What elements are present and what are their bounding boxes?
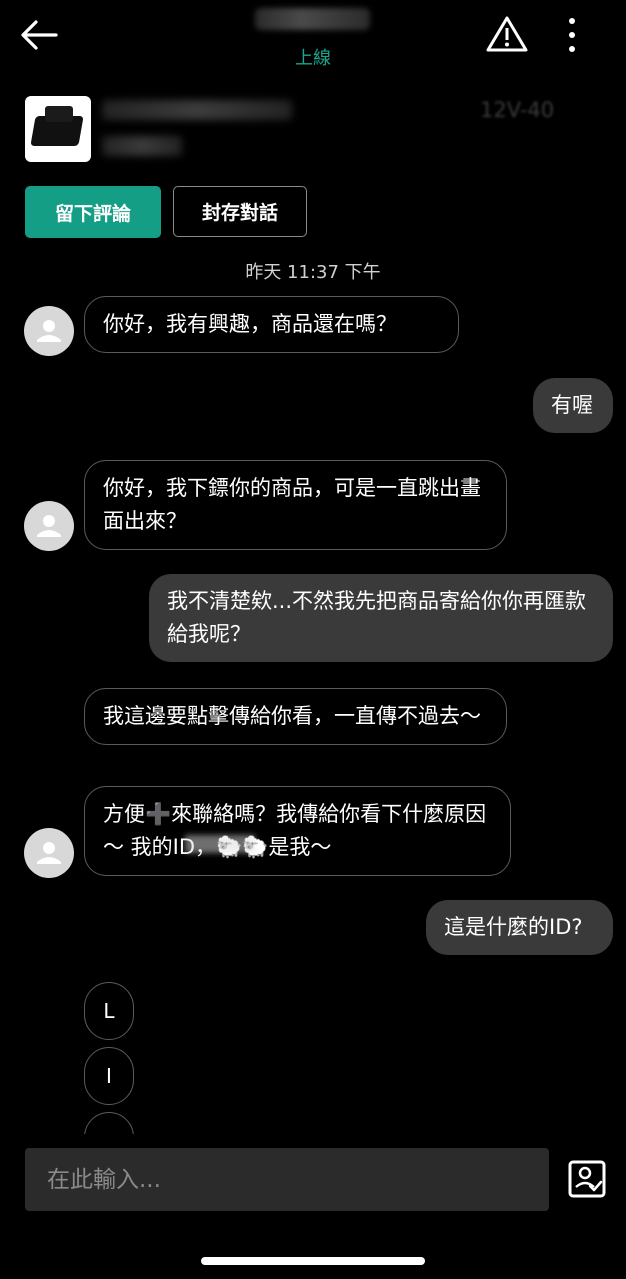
message-bubble-partial <box>84 1112 140 1134</box>
message-input-container[interactable] <box>25 1148 549 1211</box>
message-bubble-incoming: 你好，我下鏢你的商品，可是一直跳出畫面出來？ <box>84 460 507 550</box>
user-silhouette-icon <box>37 842 61 864</box>
contact-name-redacted <box>255 8 370 30</box>
message-input[interactable] <box>25 1148 549 1211</box>
home-indicator <box>201 1257 425 1265</box>
message-bubble-outgoing: 我不清楚欸...不然我先把商品寄給你你再匯款給我呢？ <box>149 574 613 662</box>
product-title-tail: 12V-40 <box>480 98 555 122</box>
product-price-redacted <box>102 136 182 156</box>
avatar[interactable] <box>24 828 74 878</box>
more-vertical-icon[interactable] <box>560 16 584 54</box>
message-bubble-outgoing: 有喔 <box>533 378 613 433</box>
user-silhouette-icon <box>37 515 61 537</box>
message-bubble-incoming: 方便➕來聯絡嗎？我傳給你看下什麼原因～ 我的ID，🐑🐑是我～ <box>84 786 511 876</box>
message-bubble-incoming: 我這邊要點擊傳給你看，一直傳不過去～ <box>84 688 507 745</box>
warning-triangle-icon[interactable] <box>485 14 529 54</box>
avatar[interactable] <box>24 306 74 356</box>
message-bubble-incoming: I <box>84 1047 134 1105</box>
leave-review-button[interactable]: 留下評論 <box>25 186 161 238</box>
user-silhouette-icon <box>37 320 61 342</box>
redacted-id <box>185 835 255 853</box>
message-bubble-incoming: 你好，我有興趣，商品還在嗎？ <box>84 296 459 353</box>
online-status: 上線 <box>295 48 331 69</box>
message-bubble-outgoing: 這是什麼的ID? <box>426 900 613 955</box>
archive-chat-button[interactable]: 封存對話 <box>173 186 307 237</box>
photo-icon[interactable] <box>568 1160 606 1198</box>
product-thumbnail[interactable] <box>25 96 91 162</box>
avatar[interactable] <box>24 501 74 551</box>
product-title-redacted <box>102 100 292 120</box>
chat-timestamp: 昨天 11:37 下午 <box>245 262 381 283</box>
message-bubble-incoming: L <box>84 982 134 1040</box>
